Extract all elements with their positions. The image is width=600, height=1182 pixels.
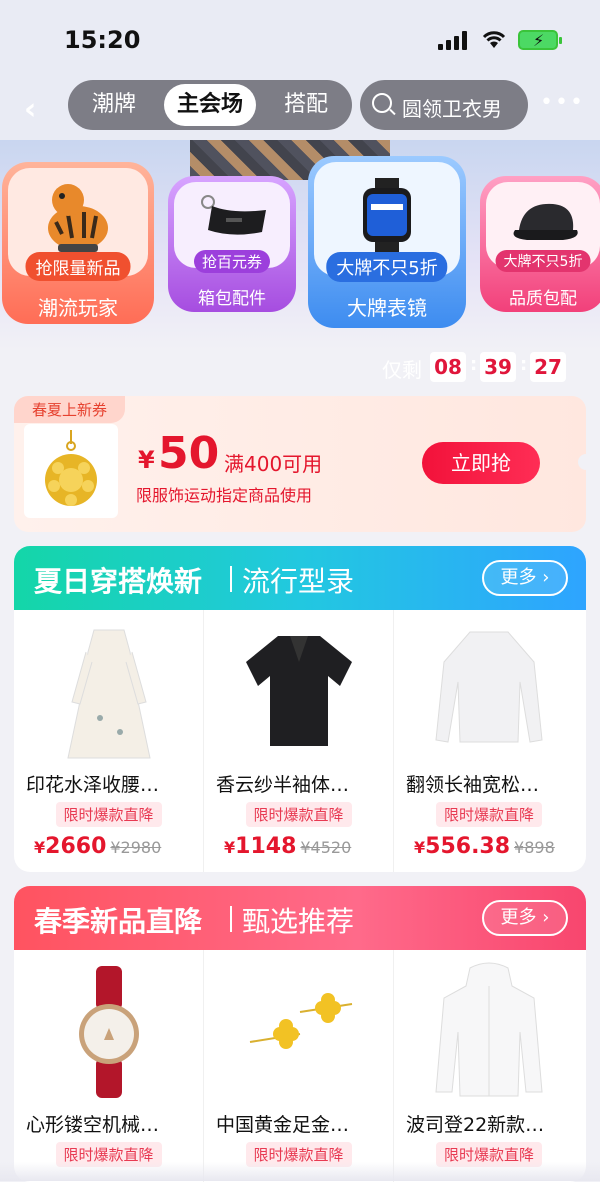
more-button[interactable]: 更多 › (482, 900, 568, 936)
original-price: ¥4520 (300, 838, 352, 857)
coupon-condition: 满400可用 (224, 452, 323, 476)
category-label: 潮流玩家 (38, 296, 118, 320)
category-label: 大牌表镜 (347, 296, 427, 320)
back-icon[interactable]: ‹ (24, 92, 36, 127)
product-price: ¥2660 ¥2980 (34, 834, 162, 859)
category-pill: 大牌不只5折 (495, 250, 591, 272)
product-tag: 限时爆款直降 (435, 802, 543, 827)
top-nav: ‹ 潮牌 主会场 搭配 圆领卫衣男 ••• (0, 78, 600, 140)
tab-match[interactable]: 搭配 (260, 80, 352, 130)
cap-image (503, 196, 583, 250)
category-bags[interactable]: 抢百元券 箱包配件 (168, 176, 296, 312)
gold-earrings-image (240, 962, 358, 1102)
smartwatch-image (355, 178, 419, 256)
category-trend-player[interactable]: 抢限量新品 潮流玩家 (2, 162, 154, 324)
product-price: ¥556.38 ¥898 (414, 834, 555, 859)
product-name: 心形镂空机械… (26, 1114, 160, 1136)
tab-main-venue[interactable]: 主会场 (164, 84, 256, 126)
section-subtitle: 甄选推荐 (242, 905, 355, 938)
section-header: 夏日穿搭焕新 流行型录 更多 › (14, 546, 586, 610)
wifi-icon (480, 28, 508, 50)
search-placeholder: 圆领卫衣男 (402, 97, 502, 121)
coupon-currency: ¥ (138, 446, 155, 474)
tab-bar: 潮牌 主会场 搭配 (68, 80, 352, 130)
more-button[interactable]: 更多 › (482, 560, 568, 596)
product-price: ¥1148 ¥4520 (224, 834, 352, 859)
battery-charging-icon: ⚡ (518, 30, 562, 50)
product-tag: 限时爆款直降 (245, 802, 352, 827)
category-pill: 抢限量新品 (25, 252, 131, 281)
grab-coupon-button[interactable]: 立即抢 (422, 442, 540, 484)
gold-pendant-image (24, 424, 118, 518)
category-watches[interactable]: 大牌不只5折 大牌表镜 (308, 156, 466, 328)
countdown-label: 仅剩 (382, 358, 422, 382)
original-price: ¥898 (514, 838, 555, 857)
category-label: 品质包配 (509, 289, 577, 309)
category-label: 箱包配件 (198, 289, 266, 309)
section-subtitle: 流行型录 (242, 565, 355, 598)
search-input[interactable]: 圆领卫衣男 (360, 80, 528, 130)
section-header: 春季新品直降 甄选推荐 更多 › (14, 886, 586, 950)
status-bar: 15:20 ⚡ (0, 0, 600, 78)
product-name: 翻领长袖宽松… (406, 774, 540, 796)
status-time: 15:20 (64, 26, 141, 54)
original-price: ¥2980 (110, 838, 162, 857)
watch-image (50, 962, 168, 1102)
countdown-hours: 08 (430, 352, 466, 382)
dress-image (50, 622, 168, 762)
category-quality-accessories[interactable]: 大牌不只5折 品质包配 (480, 176, 600, 312)
product-card[interactable]: 翻领长袖宽松… 限时爆款直降 ¥556.38 ¥898 (394, 610, 584, 872)
product-name: 香云纱半袖体… (216, 774, 350, 796)
tab-chaopai[interactable]: 潮牌 (68, 80, 160, 130)
blouse-image (430, 622, 548, 762)
countdown-seconds: 27 (530, 352, 566, 382)
coupon-tag: 春夏上新券 (14, 396, 126, 423)
section-title: 夏日穿搭焕新 (34, 565, 203, 598)
section-spring-new: 春季新品直降 甄选推荐 更多 › 心形镂空机械… 限时爆款直降 中国黄金足金… … (14, 886, 586, 1182)
category-pill: 抢百元券 (193, 250, 271, 273)
product-tag: 限时爆款直降 (55, 802, 162, 827)
product-name: 波司登22新款… (406, 1114, 545, 1136)
signal-icon (438, 30, 470, 50)
countdown-minutes: 39 (480, 352, 516, 382)
product-card[interactable]: 心形镂空机械… 限时爆款直降 (14, 950, 204, 1182)
section-summer-outfits: 夏日穿搭焕新 流行型录 更多 › 印花水泽收腰… 限时爆款直降 ¥2660 ¥29… (14, 546, 586, 872)
product-card[interactable]: 中国黄金足金… 限时爆款直降 (204, 950, 394, 1182)
section-title: 春季新品直降 (34, 905, 203, 938)
coupon-card: 春夏上新券 ¥ 50 满400可用 限服饰运动指定商品使用 立即抢 (14, 396, 586, 532)
product-name: 中国黄金足金… (216, 1114, 350, 1136)
shirt-image (240, 622, 358, 762)
product-name: 印花水泽收腰… (26, 774, 160, 796)
search-icon (372, 93, 392, 113)
more-options-icon[interactable]: ••• (540, 90, 585, 115)
countdown-timer: 仅剩 08 : 39 : 27 (382, 352, 584, 384)
down-jacket-image (430, 962, 548, 1102)
product-card[interactable]: 印花水泽收腰… 限时爆款直降 ¥2660 ¥2980 (14, 610, 204, 872)
category-pill: 大牌不只5折 (326, 252, 448, 282)
product-card[interactable]: 波司登22新款… 限时爆款直降 (394, 950, 584, 1182)
waist-bag-image (192, 192, 272, 246)
coupon-amount: 50 (158, 428, 220, 479)
product-card[interactable]: 香云纱半袖体… 限时爆款直降 ¥1148 ¥4520 (204, 610, 394, 872)
coupon-note: 限服饰运动指定商品使用 (136, 486, 313, 505)
tiger-figure-image (38, 178, 118, 258)
